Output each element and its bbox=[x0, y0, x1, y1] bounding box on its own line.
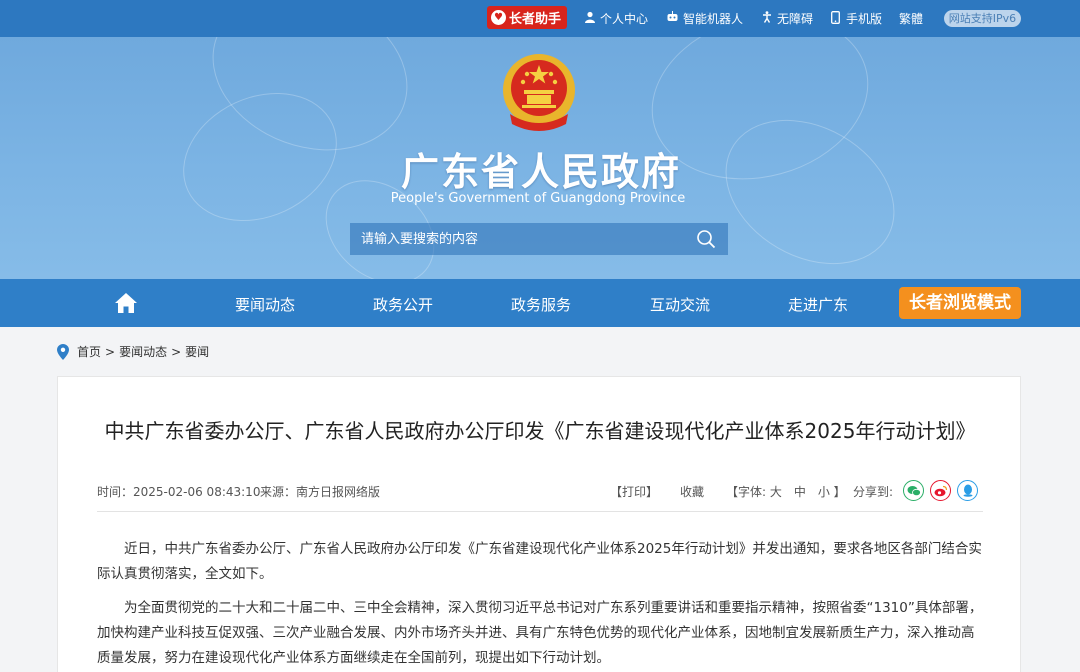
national-emblem-icon bbox=[500, 52, 578, 138]
user-icon bbox=[583, 11, 596, 26]
nav-item-about[interactable]: 走进广东 bbox=[788, 294, 848, 315]
font-size-controls[interactable]: 【字体: 大 中 小 】 bbox=[726, 483, 846, 500]
robot-label: 智能机器人 bbox=[683, 12, 744, 26]
robot-link[interactable]: 智能机器人 bbox=[666, 10, 743, 27]
accessibility-link[interactable]: 无障碍 bbox=[760, 10, 813, 27]
location-pin-icon bbox=[57, 343, 69, 360]
breadcrumb-separator: > bbox=[171, 344, 182, 359]
traditional-label: 繁體 bbox=[899, 12, 924, 26]
search-bar bbox=[350, 223, 728, 255]
mobile-icon bbox=[829, 10, 842, 27]
nav-item-gov-affairs[interactable]: 政务公开 bbox=[373, 294, 433, 315]
ipv6-badge: 网站支持IPv6 bbox=[944, 10, 1021, 27]
favorite-button[interactable]: 收藏 bbox=[680, 483, 704, 500]
accessibility-label: 无障碍 bbox=[777, 12, 814, 26]
meta-divider bbox=[97, 511, 983, 512]
search-button[interactable] bbox=[684, 223, 728, 255]
article-paragraph: 近日，中共广东省委办公厅、广东省人民政府办公厅印发《广东省建设现代化产业体系20… bbox=[97, 541, 982, 582]
elder-helper-label: 长者助手 bbox=[509, 12, 562, 27]
main-nav: 要闻动态 政务公开 政务服务 互动交流 走进广东 长者浏览模式 bbox=[0, 279, 1080, 327]
home-icon bbox=[115, 293, 137, 313]
breadcrumb-news[interactable]: 要闻动态 bbox=[119, 343, 167, 360]
nav-item-gov-service[interactable]: 政务服务 bbox=[511, 294, 571, 315]
elder-icon: ♥ bbox=[491, 10, 506, 25]
article-title: 中共广东省委办公厅、广东省人民政府办公厅印发《广东省建设现代化产业体系2025年… bbox=[104, 419, 976, 443]
top-utility-bar: ♥ 长者助手 个人中心 智能机器人 无障碍 手机版 繁體 网站支持IPv6 bbox=[0, 0, 1080, 37]
mobile-link[interactable]: 手机版 bbox=[829, 10, 882, 27]
breadcrumb-headlines[interactable]: 要闻 bbox=[185, 343, 209, 360]
article-card: 中共广东省委办公厅、广东省人民政府办公厅印发《广东省建设现代化产业体系2025年… bbox=[57, 376, 1021, 672]
personal-center-link[interactable]: 个人中心 bbox=[583, 10, 648, 27]
personal-center-label: 个人中心 bbox=[600, 12, 649, 26]
robot-icon bbox=[666, 11, 679, 26]
site-title: 广东省人民政府 bbox=[400, 150, 681, 194]
print-button[interactable]: 【打印】 bbox=[610, 483, 658, 500]
elder-helper-button[interactable]: ♥ 长者助手 bbox=[487, 6, 568, 29]
accessibility-icon bbox=[760, 11, 773, 26]
weibo-icon bbox=[934, 485, 947, 496]
breadcrumb-separator: > bbox=[105, 344, 116, 359]
search-icon bbox=[697, 230, 716, 249]
header-banner: 广东省人民政府 People's Government of Guangdong… bbox=[0, 37, 1080, 279]
breadcrumb: 首页 > 要闻动态 > 要闻 bbox=[57, 343, 209, 360]
nav-item-news[interactable]: 要闻动态 bbox=[235, 294, 295, 315]
qq-icon bbox=[963, 484, 972, 497]
wechat-icon bbox=[907, 485, 921, 496]
mobile-label: 手机版 bbox=[846, 12, 883, 26]
article-paragraph: 为全面贯彻党的二十大和二十届二中、三中全会精神，深入贯彻习近平总书记对广东系列重… bbox=[97, 600, 983, 666]
search-input[interactable] bbox=[350, 223, 684, 255]
share-qq-button[interactable] bbox=[957, 480, 978, 501]
breadcrumb-home[interactable]: 首页 bbox=[77, 343, 101, 360]
site-subtitle: People's Government of Guangdong Provinc… bbox=[390, 191, 686, 206]
elder-mode-button[interactable]: 长者浏览模式 bbox=[899, 287, 1021, 319]
article-source: 来源：南方日报网络版 bbox=[260, 485, 381, 499]
share-label: 分享到: bbox=[853, 485, 894, 499]
share-wechat-button[interactable] bbox=[903, 480, 924, 501]
publish-time: 时间：2025-02-06 08:43:10 bbox=[97, 485, 261, 499]
share-weibo-button[interactable] bbox=[930, 480, 951, 501]
nav-home-button[interactable] bbox=[113, 291, 139, 315]
nav-item-interaction[interactable]: 互动交流 bbox=[650, 294, 710, 315]
traditional-chinese-link[interactable]: 繁體 bbox=[899, 10, 923, 27]
